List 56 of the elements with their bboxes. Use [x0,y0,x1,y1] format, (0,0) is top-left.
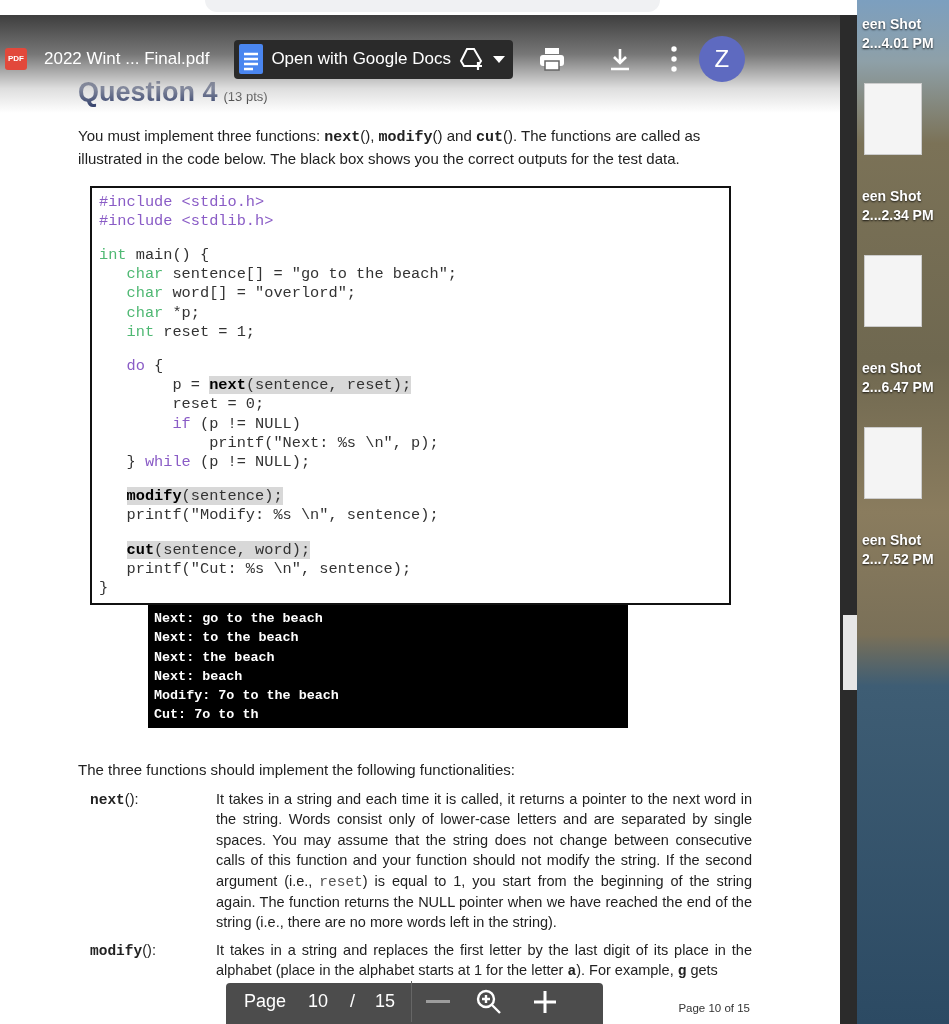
page-label: Page [244,990,287,1013]
code-line: } while (p != NULL); [125,452,311,473]
code-line: char *p; [125,303,200,323]
file-label[interactable]: een Shot 2...6.47 PM [862,359,949,397]
code-line: cut(sentence, word); [125,540,311,560]
pdf-icon: PDF [5,48,27,70]
code-line: } [99,578,109,599]
code-line: modify(sentence); [125,487,283,507]
more-icon[interactable] [670,46,677,72]
document-icon [239,44,264,74]
print-icon[interactable] [538,47,565,71]
code-line: do { [125,356,164,377]
output-line: Next: go to the beach [154,610,323,629]
file-thumbnail[interactable] [864,427,922,499]
code-line: printf("Next: %s \n", p); [208,433,439,453]
code-line: #include <stdlib.h> [99,211,274,231]
function-name: modify(): [90,940,157,961]
code-line: printf("Cut: %s \n", sentence); [125,559,412,579]
function-description: It takes in a string and replaces the first letter by the last digit of its place in the alphabet (place in the alphabet starts at 1 for the letter a). For example, g gets [216,940,752,982]
output-line: Next: the beach [154,648,275,667]
output-line: Cut: 7o to th [154,706,259,725]
file-label[interactable]: een Shot 2...2.34 PM [862,187,949,225]
instruction-paragraph: You must implement three functions: next(), modify() and cut(). The functions are called as illustrated in the code below. The black box shows you the correct outputs for the test data. [78,125,702,169]
code-line: char word[] = "overlord"; [125,284,357,304]
output-line: Next: to the beach [154,629,299,648]
code-line: int main() { [99,245,210,266]
total-pages: 15 [375,990,396,1013]
file-label[interactable]: een Shot 2...4.01 PM [862,15,949,53]
function-name: next(): [90,789,140,810]
code-line: if (p != NULL) [171,414,301,434]
code-line: p = next(sentence, reset); [171,376,412,396]
current-page-field[interactable]: 10 [308,988,329,1015]
file-label[interactable]: een Shot 2...7.52 PM [862,531,949,569]
caret-icon [492,55,505,63]
download-icon[interactable] [608,47,631,71]
code-line: reset = 0; [171,395,265,415]
file-thumbnail[interactable] [864,83,922,155]
points-label: (13 pts) [223,88,268,106]
code-line: #include <stdio.h> [99,192,265,212]
code-line: printf("Modify: %s \n", sentence); [125,506,439,526]
file-thumbnail[interactable] [864,255,922,327]
functions-intro: The three functions should implement the following functionalities: [78,760,516,781]
scrollbar-thumb[interactable] [843,615,857,690]
file-name: 2022 Wint ... Final.pdf [44,48,210,71]
page-number-footer: Page 10 of 15 [678,999,750,1017]
code-line: char sentence[] = "go to the beach"; [125,265,457,285]
output-line: Modify: 7o to the beach [154,686,339,705]
open-with-button[interactable]: Open with Google Docs [234,39,513,79]
function-description: It takes in a string and each time it is called, it returns a pointer to the next word in the string. Words consist only of lower-case letters and are separated by single spaces. You may assume that the string does not change between consecutive calls of this function and your function should not modify the string. If the second argument (i.e., reset) is equal to 1, you start from the beginning of the string again. The function returns the NULL pointer when we have reached the end of the string (i.e., there are no more words left in the string). [216,789,752,933]
zoom-in-plus-icon[interactable] [534,990,557,1013]
page-separator: / [350,990,356,1013]
code-line: int reset = 1; [125,322,256,342]
output-line: Next: beach [154,667,243,686]
drive-add-icon [458,47,485,71]
zoom-in-icon[interactable] [476,988,503,1015]
question-heading: Question 4 [78,76,218,109]
